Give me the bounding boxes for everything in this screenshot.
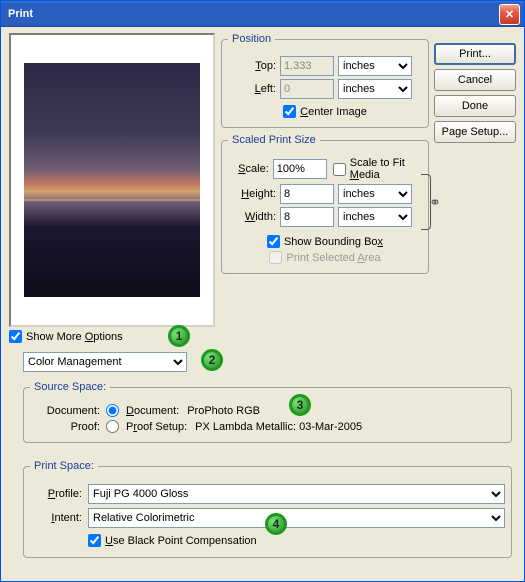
show-more-options-checkbox[interactable] (9, 330, 22, 343)
window-title: Print (5, 8, 499, 20)
print-selected-checkbox (269, 251, 282, 264)
annotation-bubble-1: 1 (168, 325, 190, 347)
link-icon[interactable]: ⚭ (426, 194, 444, 211)
show-more-options[interactable]: Show More Options (9, 330, 123, 343)
titlebar: Print ✕ (1, 1, 524, 27)
print-space-group: Print Space: Profile: Fuji PG 4000 Gloss… (23, 460, 512, 558)
bpc-checkbox[interactable] (88, 534, 101, 547)
document-radio[interactable] (106, 404, 119, 417)
fit-media-check[interactable]: Scale to Fit Media (333, 157, 422, 181)
position-group: Position Top: inches Left: inches Center… (221, 33, 429, 128)
height-input[interactable] (280, 184, 334, 204)
proof-value: PX Lambda Metallic: 03-Mar-2005 (195, 421, 362, 433)
top-units-select[interactable]: inches (338, 56, 412, 76)
top-label: Top: (228, 60, 276, 72)
print-space-legend: Print Space: (30, 460, 98, 472)
cancel-button[interactable]: Cancel (434, 69, 516, 91)
page-setup-button[interactable]: Page Setup... (434, 121, 516, 143)
annotation-bubble-2: 2 (201, 349, 223, 371)
button-column: Print... Cancel Done Page Setup... (434, 43, 516, 143)
close-icon: ✕ (505, 8, 514, 21)
fit-media-checkbox[interactable] (333, 163, 346, 176)
print-selected-check: Print Selected Area (269, 251, 380, 264)
top-input (280, 56, 334, 76)
width-units-select[interactable]: inches (338, 207, 412, 227)
source-space-group: Source Space: Document: Document: ProPho… (23, 381, 512, 443)
left-label: Left: (228, 83, 276, 95)
intent-label: Intent: (30, 512, 82, 524)
intent-select[interactable]: Relative Colorimetric (88, 508, 505, 528)
height-label: Height: (228, 188, 276, 200)
profile-label: Profile: (30, 488, 82, 500)
proof-label: Proof: (30, 421, 100, 433)
center-image-checkbox[interactable] (283, 105, 296, 118)
width-input[interactable] (280, 207, 334, 227)
bpc-check[interactable]: Use Black Point Compensation (88, 534, 257, 547)
document-value: ProPhoto RGB (187, 405, 260, 417)
done-button[interactable]: Done (434, 95, 516, 117)
show-bbox-check[interactable]: Show Bounding Box (267, 235, 383, 248)
source-legend: Source Space: (30, 381, 110, 393)
print-preview (9, 33, 215, 327)
position-legend: Position (228, 33, 275, 45)
print-button[interactable]: Print... (434, 43, 516, 65)
scaled-group: Scaled Print Size Scale: Scale to Fit Me… (221, 134, 429, 274)
proof-radio-label[interactable]: Proof Setup: (106, 420, 187, 433)
left-input (280, 79, 334, 99)
preview-image (24, 63, 200, 297)
center-image-check[interactable]: Center Image (283, 105, 367, 118)
proof-radio[interactable] (106, 420, 119, 433)
scale-label: Scale: (228, 163, 269, 175)
document-label: Document: (30, 405, 100, 417)
print-dialog: Print ✕ Position Top: inches Left: inche… (0, 0, 525, 582)
show-bbox-checkbox[interactable] (267, 235, 280, 248)
profile-select[interactable]: Fuji PG 4000 Gloss (88, 484, 505, 504)
width-label: Width: (228, 211, 276, 223)
scaled-legend: Scaled Print Size (228, 134, 320, 146)
scale-input[interactable] (273, 159, 327, 179)
options-mode-select[interactable]: Color Management (23, 352, 187, 372)
left-units-select[interactable]: inches (338, 79, 412, 99)
close-button[interactable]: ✕ (499, 4, 520, 25)
document-radio-label[interactable]: Document: (106, 404, 179, 417)
height-units-select[interactable]: inches (338, 184, 412, 204)
